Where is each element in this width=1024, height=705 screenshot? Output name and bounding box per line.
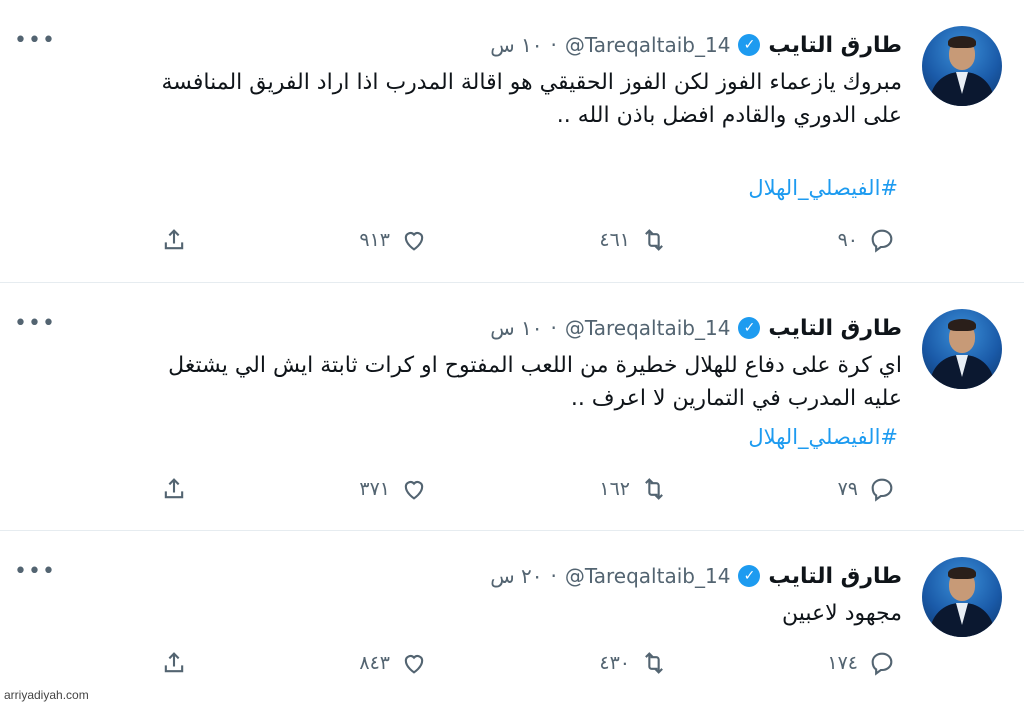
more-horizontal-icon[interactable]: ••• [14,30,56,52]
like-count: ٩١٣ [359,229,390,251]
retweet-count: ١٦٢ [599,478,630,500]
tweet-text-line: عليه المدرب في التمارين لا اعرف .. [570,386,902,411]
tweet-text-line: مبروك يازعماء الفوز لكن الفوز الحقيقي هو… [161,70,902,95]
more-horizontal-icon[interactable]: ••• [14,313,56,335]
reply-count: ١٧٤ [827,652,858,674]
timeline: طارق التايب ✓ @Tareqaltaib_14 · ١٠ س •••… [0,0,1024,705]
tweet[interactable]: طارق التايب ✓ @Tareqaltaib_14 · ١٠ س •••… [0,0,1024,282]
avatar[interactable] [922,557,1002,637]
share-icon [164,652,184,673]
tweet-text: مبروك يازعماء الفوز لكن الفوز الحقيقي هو… [72,66,902,132]
retweet-icon [645,229,663,251]
tweet[interactable]: طارق التايب ✓ @Tareqaltaib_14 · ١٠ س •••… [0,283,1024,530]
verified-badge-icon: ✓ [738,317,761,339]
hashtag-link[interactable]: #الفيصلي_الهلال [748,176,898,200]
tweet-header: طارق التايب ✓ @Tareqaltaib_14 · ١٠ س [490,30,902,60]
tweet-actions: ٧٩ ١٦٢ ٣٧١ [0,475,1024,515]
tweet-actions: ١٧٤ ٤٣٠ ٨٤٣ [0,649,1024,689]
share-icon [164,478,184,499]
reply-count: ٩٠ [837,229,858,251]
reply-button[interactable]: ١٧٤ [827,649,896,677]
like-button[interactable]: ٩١٣ [359,226,428,254]
retweet-button[interactable]: ٤٦١ [599,226,668,254]
share-button[interactable] [160,475,188,503]
more-horizontal-icon[interactable]: ••• [14,561,56,583]
tweet-text: اي كرة على دفاع للهلال خطيرة من اللعب ال… [72,349,902,415]
like-count: ٨٤٣ [359,652,390,674]
user-name[interactable]: طارق التايب [768,316,902,341]
retweet-count: ٤٦١ [599,229,630,251]
tweet-header: طارق التايب ✓ @Tareqaltaib_14 · ٢٠ س [490,561,902,591]
retweet-button[interactable]: ١٦٢ [599,475,668,503]
share-button[interactable] [160,649,188,677]
tweet-actions: ٩٠ ٤٦١ ٩١٣ [0,226,1024,266]
tweet-time[interactable]: ١٠ س [490,33,542,57]
like-count: ٣٧١ [359,478,390,500]
avatar[interactable] [922,309,1002,389]
retweet-icon [645,652,663,674]
heart-icon [404,655,424,674]
verified-badge-icon: ✓ [738,565,761,587]
user-name[interactable]: طارق التايب [768,564,902,589]
user-name[interactable]: طارق التايب [768,33,902,58]
heart-icon [404,232,424,251]
tweet-time[interactable]: ١٠ س [490,316,542,340]
reply-icon [871,229,893,253]
separator-dot: · [550,316,557,340]
user-handle[interactable]: @Tareqaltaib_14 [565,316,731,340]
user-handle[interactable]: @Tareqaltaib_14 [565,33,731,57]
tweet-text-line: على الدوري والقادم افضل باذن الله .. [556,103,902,128]
tweet[interactable]: طارق التايب ✓ @Tareqaltaib_14 · ٢٠ س •••… [0,531,1024,705]
reply-count: ٧٩ [837,478,858,500]
like-button[interactable]: ٨٤٣ [359,649,428,677]
like-button[interactable]: ٣٧١ [359,475,428,503]
tweet-time[interactable]: ٢٠ س [490,564,542,588]
tweet-text-line: اي كرة على دفاع للهلال خطيرة من اللعب ال… [168,353,902,378]
retweet-icon [645,478,663,500]
reply-button[interactable]: ٧٩ [838,475,896,503]
share-icon [164,229,184,250]
reply-icon [871,652,893,676]
retweet-count: ٤٣٠ [599,652,630,674]
hashtag-link[interactable]: #الفيصلي_الهلال [748,425,898,449]
avatar[interactable] [922,26,1002,106]
tweet-header: طارق التايب ✓ @Tareqaltaib_14 · ١٠ س [490,313,902,343]
separator-dot: · [550,564,557,588]
separator-dot: · [550,33,557,57]
reply-icon [871,478,893,502]
heart-icon [404,481,424,500]
share-button[interactable] [160,226,188,254]
user-handle[interactable]: @Tareqaltaib_14 [565,564,731,588]
reply-button[interactable]: ٩٠ [838,226,896,254]
watermark: arriyadiyah.com [4,688,89,702]
tweet-text: مجهود لاعبين [72,597,902,630]
retweet-button[interactable]: ٤٣٠ [599,649,668,677]
verified-badge-icon: ✓ [738,34,761,56]
tweet-text-line: مجهود لاعبين [782,601,902,626]
